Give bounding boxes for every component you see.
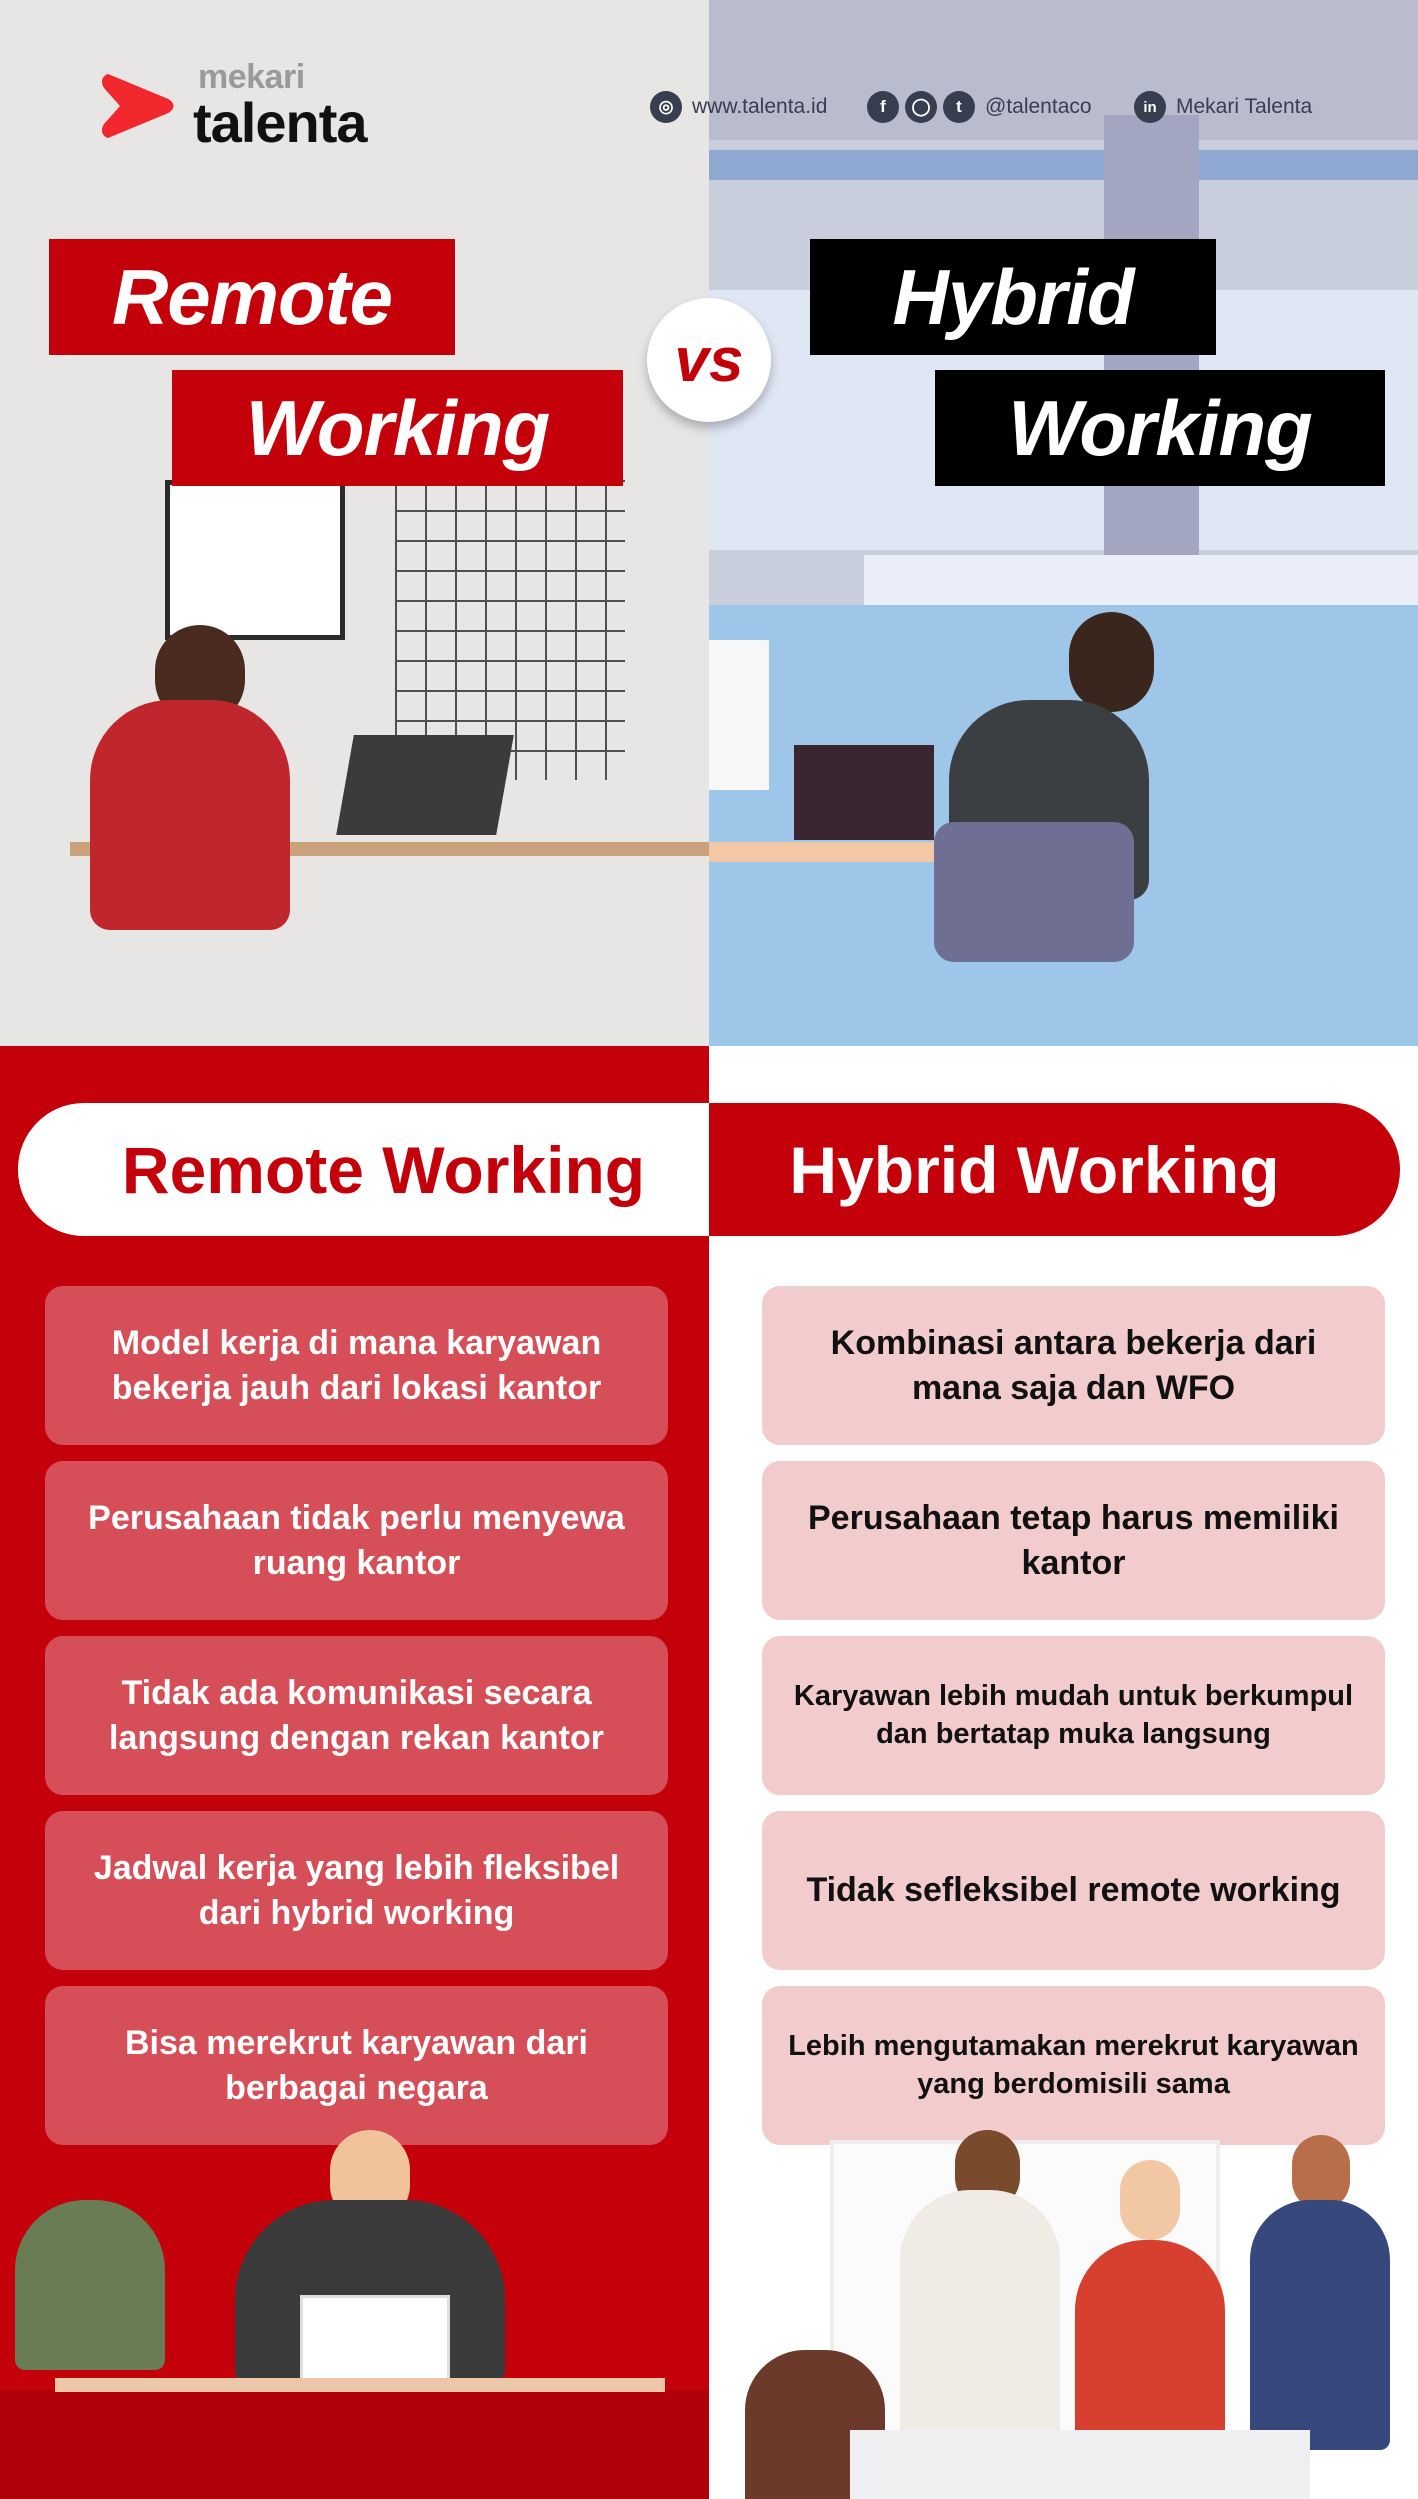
- linkedin-text: Mekari Talenta: [1176, 95, 1313, 118]
- remote-worker-illustration: [90, 700, 290, 930]
- window-frame: [709, 150, 1418, 180]
- website-link[interactable]: ◎ www.talenta.id: [650, 90, 827, 124]
- hybrid-point-card: Lebih mengutamakan merekrut karyawan yan…: [762, 1986, 1385, 2145]
- website-text: www.talenta.id: [692, 95, 828, 118]
- social-handle-link[interactable]: f ◯ t @talentaco: [867, 90, 1092, 124]
- remote-point-card: Tidak ada komunikasi secara langsung den…: [45, 1636, 668, 1795]
- office-worker-head: [1069, 612, 1154, 712]
- remote-desk: [55, 2378, 665, 2392]
- office-chair: [934, 822, 1134, 962]
- remote-hero-background: [0, 0, 710, 1046]
- linkedin-link[interactable]: in Mekari Talenta: [1134, 90, 1312, 124]
- remote-point-card: Model kerja di mana karyawan bekerja jau…: [45, 1286, 668, 1445]
- hero-title-hybrid-line2: Working: [935, 370, 1385, 486]
- hero-title-remote-line1: Remote: [49, 239, 455, 355]
- colleague-head: [1292, 2135, 1350, 2210]
- laptop-icon: [794, 745, 934, 840]
- remote-point-card: Perusahaan tidak perlu menyewa ruang kan…: [45, 1461, 668, 1620]
- laptop-icon: [336, 735, 514, 835]
- plant-icon: [15, 2200, 165, 2370]
- wall-picture-frame: [165, 480, 345, 640]
- brand-product-name: talenta: [193, 91, 367, 154]
- vs-badge: vs: [647, 298, 771, 422]
- hybrid-column-header: Hybrid Working: [709, 1103, 1400, 1236]
- hybrid-point-card: Kombinasi antara bekerja dari mana saja …: [762, 1286, 1385, 1445]
- remote-point-card: Jadwal kerja yang lebih fleksibel dari h…: [45, 1811, 668, 1970]
- mekari-logo-icon: [101, 74, 174, 138]
- twitter-icon[interactable]: t: [943, 91, 975, 123]
- office-rail: [864, 555, 1418, 605]
- laptop-icon: [300, 2295, 450, 2385]
- instagram-icon[interactable]: ◯: [905, 91, 937, 123]
- colleague-illustration: [1250, 2200, 1390, 2450]
- remote-column-header: Remote Working: [18, 1103, 709, 1236]
- meeting-table: [850, 2430, 1310, 2499]
- hybrid-point-card: Perusahaan tetap harus memiliki kantor: [762, 1461, 1385, 1620]
- hero-title-hybrid-line1: Hybrid: [810, 239, 1216, 355]
- colleague-head: [1120, 2160, 1180, 2240]
- presenter-illustration: [900, 2190, 1060, 2440]
- remote-floor: [0, 2390, 709, 2499]
- hybrid-hero-background: [709, 0, 1418, 1046]
- social-handle-text: @talentaco: [985, 95, 1092, 118]
- hero-title-remote-line2: Working: [172, 370, 623, 486]
- hybrid-point-card: Tidak sefleksibel remote working: [762, 1811, 1385, 1970]
- globe-icon: ◎: [650, 91, 682, 123]
- hybrid-point-card: Karyawan lebih mudah untuk berkumpul dan…: [762, 1636, 1385, 1795]
- colleague-illustration: [1075, 2240, 1225, 2440]
- linkedin-icon: in: [1134, 91, 1166, 123]
- whiteboard: [709, 640, 769, 790]
- remote-point-card: Bisa merekrut karyawan dari berbagai neg…: [45, 1986, 668, 2145]
- facebook-icon[interactable]: f: [867, 91, 899, 123]
